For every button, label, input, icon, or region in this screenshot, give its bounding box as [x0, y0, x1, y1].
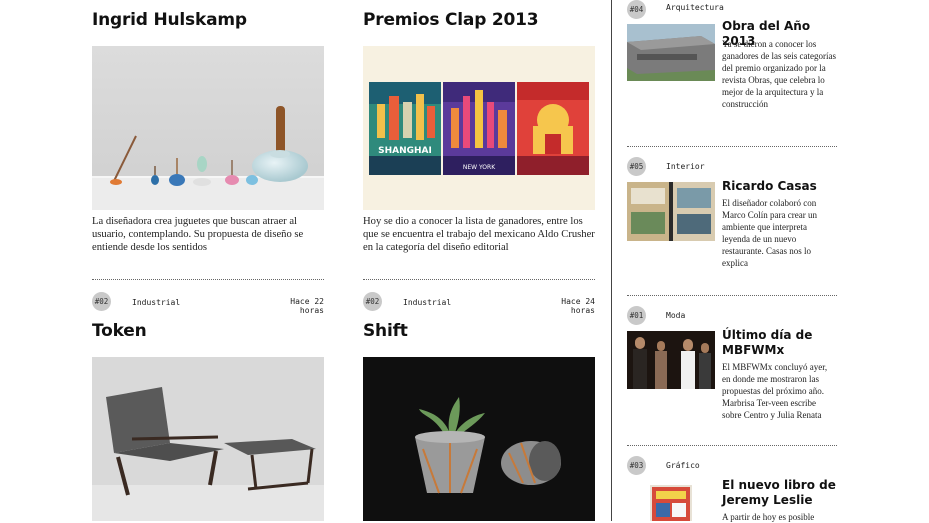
sidebar-title-ricardo-casas[interactable]: Ricardo Casas — [722, 179, 837, 194]
sidebar-thumb-jeremy-leslie-book[interactable] — [650, 485, 692, 521]
card-timestamp: Hace 22 horas — [290, 297, 324, 315]
sidebar-desc-obra: Ya se dieron a conocer los ganadores de … — [722, 39, 836, 109]
sidebar-number-badge: #05 — [627, 157, 646, 176]
sidebar-title-mbfwmx[interactable]: Último día de MBFWMx — [722, 328, 837, 358]
card-title-ingrid-hulskamp[interactable]: Ingrid Hulskamp — [92, 10, 247, 30]
card-number-badge: #02 — [92, 292, 111, 311]
sidebar-thumb-ricardo-casas[interactable] — [627, 182, 715, 241]
poster-shanghai-label: SHANGHAI — [378, 146, 432, 156]
card-title-shift[interactable]: Shift — [363, 321, 408, 341]
sidebar-thumb-obra-del-ano[interactable] — [627, 24, 715, 81]
sidebar-thumb-mbfwmx[interactable] — [627, 331, 715, 389]
sidebar-title-jeremy-leslie[interactable]: El nuevo libro de Jeremy Leslie — [722, 478, 837, 508]
sidebar-divider — [627, 445, 837, 446]
card-category-link[interactable]: Industrial — [403, 298, 451, 307]
sidebar-category-link[interactable]: Arquitectura — [666, 3, 724, 12]
card-timestamp: Hace 24 horas — [561, 297, 595, 315]
card-desc-premios-clap: Hoy se dio a conocer la lista de ganador… — [363, 216, 595, 253]
sidebar-divider — [627, 295, 837, 296]
card-title-premios-clap[interactable]: Premios Clap 2013 — [363, 10, 539, 30]
poster-newyork-label: NEW YORK — [463, 164, 496, 171]
card-image-clap-posters[interactable]: SHANGHAI NEW YORK — [363, 46, 595, 210]
card-divider — [363, 279, 595, 280]
card-title-token[interactable]: Token — [92, 321, 147, 341]
card-number-badge: #02 — [363, 292, 382, 311]
sidebar-category-link[interactable]: Gráfico — [666, 461, 700, 470]
column-separator — [611, 0, 612, 521]
sidebar-number-badge: #03 — [627, 456, 646, 475]
sidebar-desc-jeremy-leslie: A partir de hoy es posible — [722, 512, 815, 522]
card-divider — [92, 279, 324, 280]
card-image-token-chair[interactable] — [92, 357, 324, 521]
sidebar-desc-ricardo-casas: El diseñador colaboró con Marco Colín pa… — [722, 198, 817, 268]
card-image-ingrid-toys[interactable] — [92, 46, 324, 210]
sidebar-desc-mbfwmx: El MBFWMx concluyó ayer, en donde me mos… — [722, 362, 828, 420]
sidebar-category-link[interactable]: Moda — [666, 311, 685, 320]
card-image-shift-planters[interactable] — [363, 357, 595, 521]
sidebar-number-badge: #04 — [627, 0, 646, 19]
sidebar-number-badge: #01 — [627, 306, 646, 325]
sidebar-category-link[interactable]: Interior — [666, 162, 705, 171]
card-desc-ingrid-hulskamp: La diseñadora crea juguetes que buscan a… — [92, 216, 304, 253]
card-category-link[interactable]: Industrial — [132, 298, 180, 307]
sidebar-divider — [627, 146, 837, 147]
